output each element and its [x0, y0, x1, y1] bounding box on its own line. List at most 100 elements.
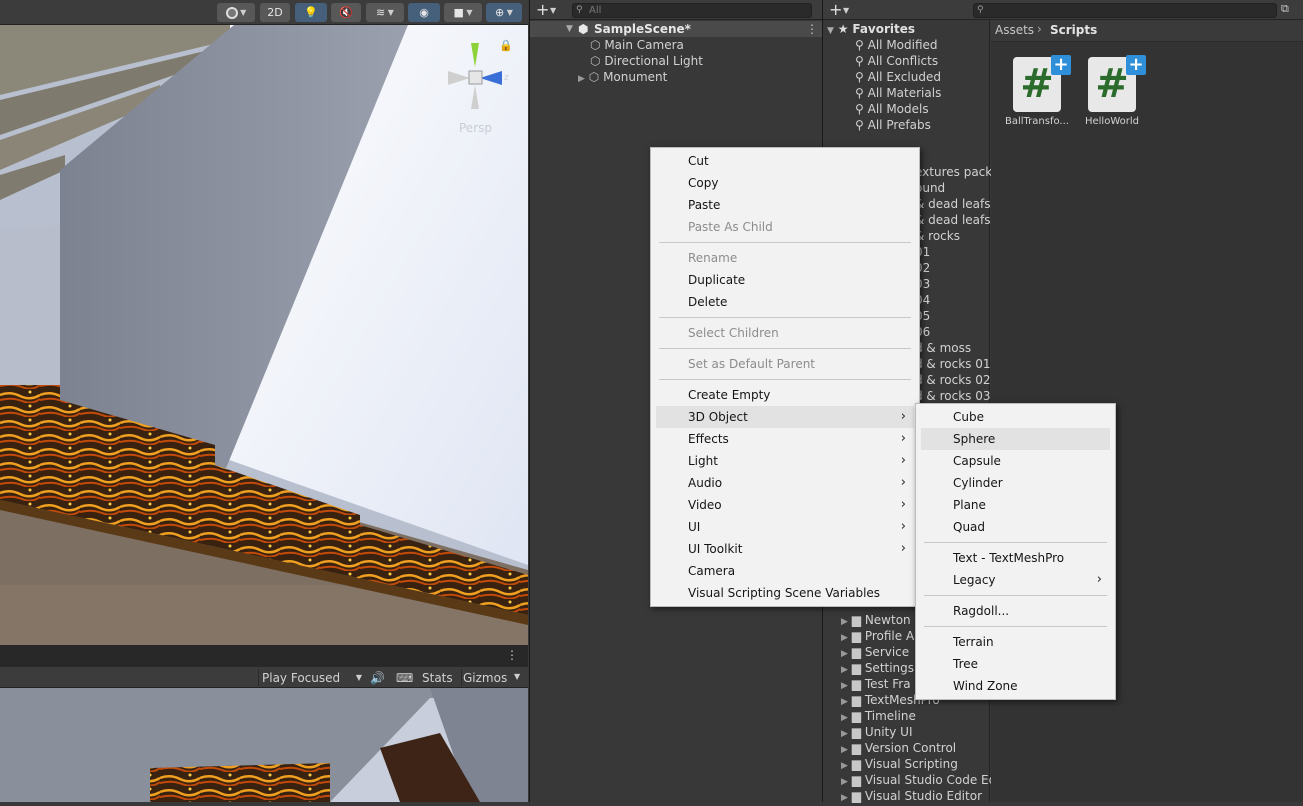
menu-item-delete[interactable]: Delete [656, 291, 914, 313]
chevron-down-icon[interactable]: ▼ [514, 672, 520, 681]
camera-icon: ■ [453, 6, 464, 19]
gizmos-button[interactable]: Gizmos [461, 669, 507, 686]
menu-item-cylinder[interactable]: Cylinder [921, 472, 1110, 494]
favorite-item[interactable]: ⚲ All Conflicts [855, 53, 938, 69]
stats-button[interactable]: Stats [422, 669, 453, 686]
menu-item-select-children[interactable]: Select Children [656, 322, 914, 344]
chevron-down-icon: ▼ [504, 8, 513, 17]
keyboard-shortcut-button[interactable]: ⌨ [396, 669, 416, 686]
lock-icon[interactable]: 🔒 [499, 39, 513, 52]
gizmo-globe-icon: ⊕ [495, 6, 505, 19]
hierarchy-item[interactable]: ⬡ Main Camera [590, 37, 684, 53]
camera-settings-button[interactable]: ■ ▼ [444, 3, 482, 22]
gizmos-toggle-button[interactable]: ⊕ ▼ [486, 3, 522, 22]
folder-item-partial[interactable]: d & moss [915, 340, 971, 356]
breadcrumb: Assets › Scripts [991, 20, 1303, 42]
menu-item-ragdoll[interactable]: Ragdoll... [921, 600, 1110, 622]
folder-item[interactable]: ▶ ▆ Test Fra [841, 676, 911, 692]
menu-item-legacy[interactable]: Legacy › [921, 569, 1110, 591]
mute-audio-button[interactable]: 🔊 [370, 669, 390, 686]
folder-item[interactable]: ▶ ▆ Settings [841, 660, 914, 676]
menu-item-capsule[interactable]: Capsule [921, 450, 1110, 472]
menu-item-paste[interactable]: Paste [656, 194, 914, 216]
folder-item[interactable]: ▶ ▆ Timeline [841, 708, 916, 724]
folder-item[interactable]: ▶ ▆ Visual Studio Code Ed [841, 772, 996, 788]
toggle-2d-button[interactable]: 2D [260, 3, 290, 22]
breadcrumb-root[interactable]: Assets [995, 23, 1034, 37]
folder-item[interactable]: ▶ ▆ Unity UI [841, 724, 912, 740]
project-search-input[interactable]: ⚲ [973, 3, 1277, 18]
menu-item-effects[interactable]: Effects › [656, 428, 914, 450]
menu-item-copy[interactable]: Copy [656, 172, 914, 194]
draw-mode-button[interactable]: ▼ [217, 3, 255, 22]
scene-viewport-render[interactable] [0, 25, 528, 645]
menu-item-sphere[interactable]: Sphere [921, 428, 1110, 450]
menu-item-3d-object[interactable]: 3D Object › [656, 406, 914, 428]
folder-item-partial[interactable]: d & rocks 03 [915, 388, 991, 404]
favorites-header[interactable]: ▼ ★ Favorites [827, 21, 915, 37]
menu-item-cut[interactable]: Cut [656, 150, 914, 172]
kebab-menu-icon[interactable]: ⋮ [806, 21, 818, 37]
asset-item[interactable]: # + BallTransfo... [997, 55, 1077, 127]
svg-text:z: z [504, 73, 509, 83]
menu-item-create-empty[interactable]: Create Empty [656, 384, 914, 406]
menu-item-duplicate[interactable]: Duplicate [656, 269, 914, 291]
favorite-item[interactable]: ⚲ All Materials [855, 85, 941, 101]
game-view[interactable] [0, 688, 528, 802]
menu-item-plane[interactable]: Plane [921, 494, 1110, 516]
folder-item[interactable]: ▶ ▆ Visual Scripting [841, 756, 958, 772]
scene-audio-button[interactable]: 🔇 [331, 3, 361, 22]
scene-root-row[interactable]: ▼ ⬢ SampleScene* ⋮ [530, 21, 822, 37]
menu-item-terrain[interactable]: Terrain [921, 631, 1110, 653]
breadcrumb-current[interactable]: Scripts [1050, 23, 1097, 37]
add-plus-icon[interactable]: + [829, 1, 842, 18]
folder-item-partial[interactable]: d & rocks 01 [915, 356, 991, 372]
menu-item-vs-scene-variables[interactable]: Visual Scripting Scene Variables [656, 582, 914, 604]
folder-item-partial[interactable]: d & rocks 02 [915, 372, 991, 388]
menu-item-rename[interactable]: Rename [656, 247, 914, 269]
menu-item-tree[interactable]: Tree [921, 653, 1110, 675]
menu-item-cube[interactable]: Cube [921, 406, 1110, 428]
expand-arrow-icon[interactable]: ▶ [578, 74, 585, 84]
scene-effects-button[interactable]: ≋ ▼ [366, 3, 404, 22]
menu-item-light[interactable]: Light › [656, 450, 914, 472]
scene-view[interactable]: ▼ 2D 💡 🔇 ≋ ▼ ◉ ■ ▼ ⊕ ▼ z 🔒 Persp [0, 0, 528, 645]
folder-item-partial[interactable]: & dead leafs [915, 212, 991, 228]
menu-item-paste-as-child[interactable]: Paste As Child [656, 216, 914, 238]
kebab-menu-icon[interactable]: ⋮ [506, 648, 518, 662]
menu-item-ui-toolkit[interactable]: UI Toolkit › [656, 538, 914, 560]
hierarchy-search-input[interactable]: ⚲ All [572, 3, 812, 18]
scene-visibility-button[interactable]: ◉ [408, 3, 440, 22]
add-plus-icon[interactable]: + [536, 1, 549, 18]
projection-label[interactable]: Persp [459, 121, 492, 135]
favorite-item[interactable]: ⚲ All Modified [855, 37, 938, 53]
folder-item[interactable]: ▶ ▆ Version Control [841, 740, 956, 756]
folder-icon: ▆ [851, 709, 861, 723]
folder-item[interactable]: ▶ ▆ Service [841, 644, 909, 660]
menu-item-camera[interactable]: Camera [656, 560, 914, 582]
menu-item-text-textmeshpro[interactable]: Text - TextMeshPro [921, 547, 1110, 569]
menu-item-set-default-parent[interactable]: Set as Default Parent [656, 353, 914, 375]
favorite-item[interactable]: ⚲ All Models [855, 101, 929, 117]
menu-item-quad[interactable]: Quad [921, 516, 1110, 538]
folder-item-partial[interactable]: & rocks [915, 228, 960, 244]
folder-item-partial[interactable]: & dead leafs [915, 196, 991, 212]
plus-badge-icon: + [1126, 55, 1146, 75]
menu-item-wind-zone[interactable]: Wind Zone [921, 675, 1110, 697]
favorite-item[interactable]: ⚲ All Prefabs [855, 117, 931, 133]
folder-item[interactable]: ▶ ▆ Profile A [841, 628, 914, 644]
folder-item-partial[interactable]: extures pack [915, 164, 992, 180]
hierarchy-item[interactable]: ▶ ⬡ Monument [578, 69, 667, 85]
menu-item-audio[interactable]: Audio › [656, 472, 914, 494]
play-mode-dropdown[interactable]: Play Focused ▼ [258, 669, 366, 686]
chevron-down-icon[interactable]: ▼ [550, 6, 556, 15]
chevron-down-icon[interactable]: ▼ [843, 6, 849, 15]
scene-lighting-button[interactable]: 💡 [295, 3, 327, 22]
asset-item[interactable]: # + HelloWorld [1072, 55, 1152, 127]
folder-item[interactable]: ▶ ▆ Newton [841, 612, 911, 628]
hierarchy-item[interactable]: ⬡ Directional Light [590, 53, 703, 69]
menu-item-ui[interactable]: UI › [656, 516, 914, 538]
search-by-type-icon[interactable]: ⧉ [1281, 2, 1289, 16]
favorite-item[interactable]: ⚲ All Excluded [855, 69, 941, 85]
menu-item-video[interactable]: Video › [656, 494, 914, 516]
